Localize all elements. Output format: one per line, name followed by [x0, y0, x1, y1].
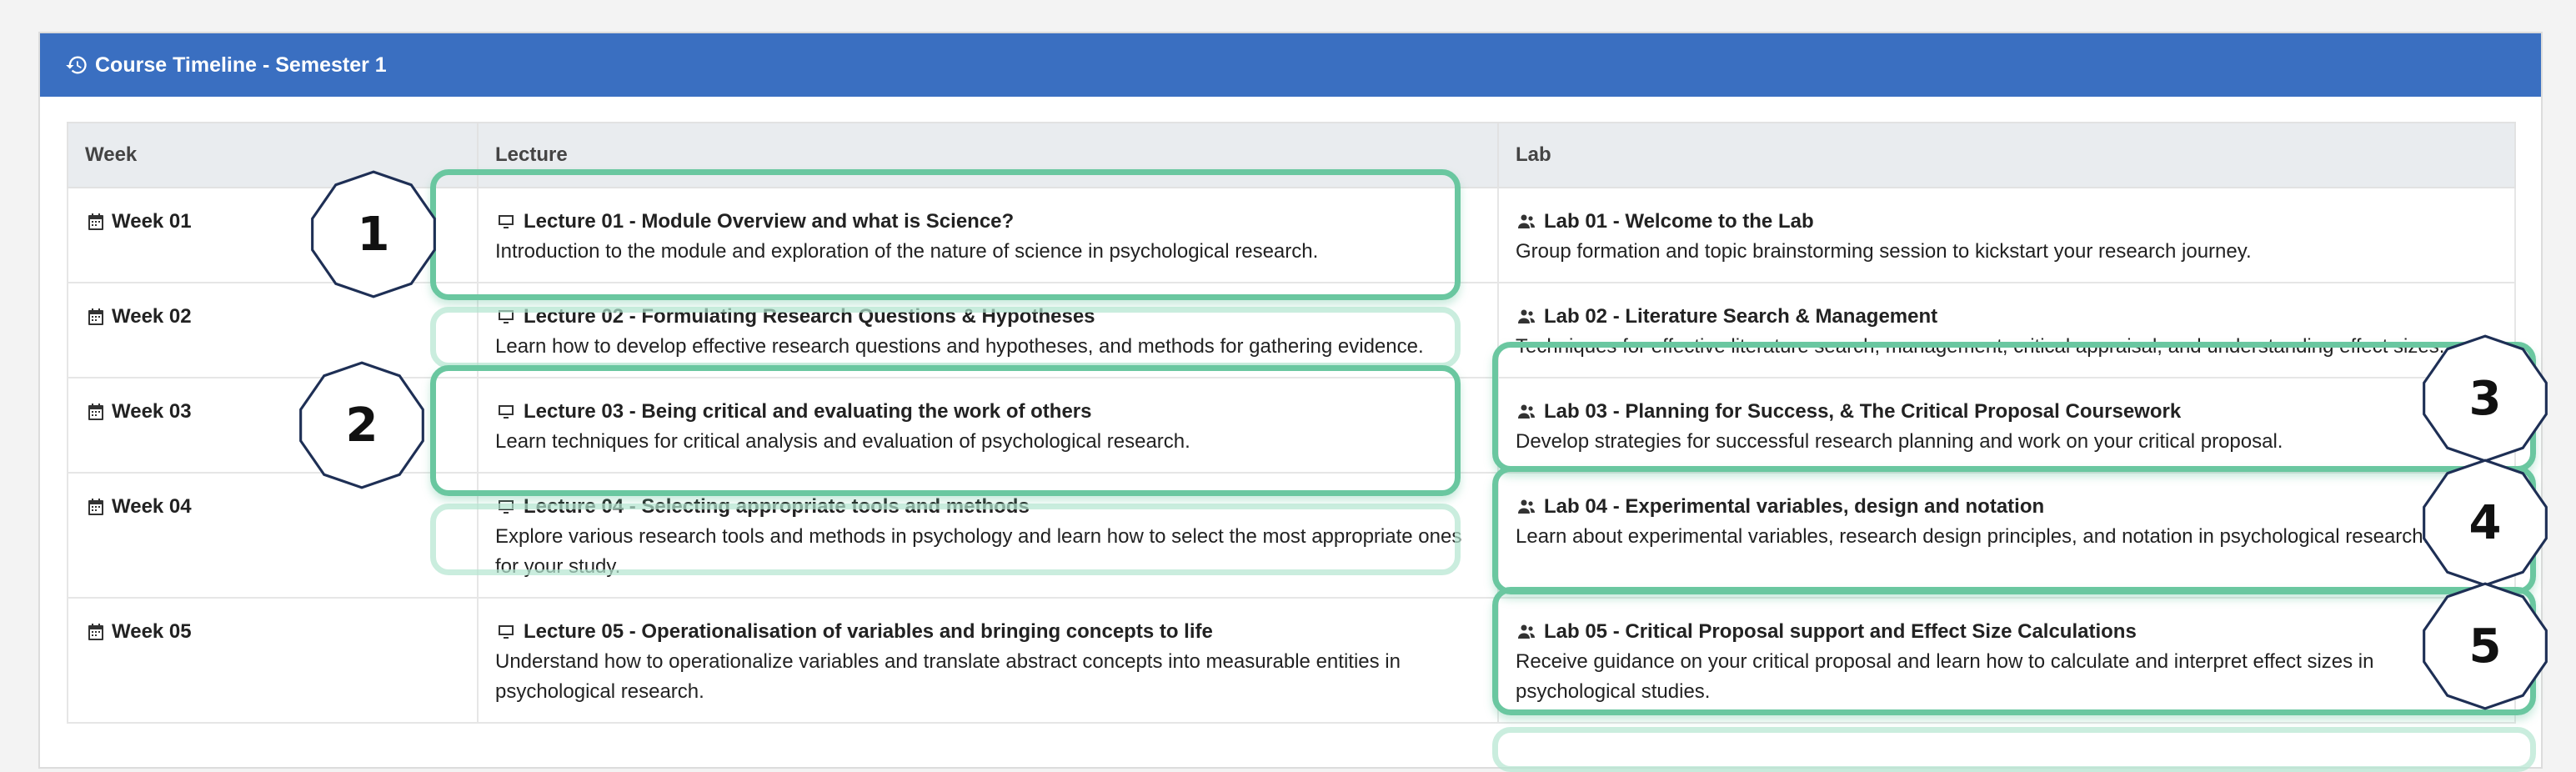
- week-cell: Week 03: [67, 377, 479, 474]
- lab-cell: Lab 05 - Critical Proposal support and E…: [1497, 597, 2516, 724]
- week-cell: Week 04: [67, 472, 479, 599]
- lecture-title: Lecture 02 - Formulating Research Questi…: [524, 305, 1095, 328]
- users-icon: [1516, 307, 1537, 327]
- lab-title: Lab 01 - Welcome to the Lab: [1544, 210, 1814, 233]
- table-row: Week 04 Lecture 04 - Selecting appropriat…: [67, 472, 2516, 599]
- week-label: Week 03: [112, 400, 192, 423]
- lab-cell: Lab 03 - Planning for Success, & The Cri…: [1497, 377, 2516, 474]
- lab-description: Develop strategies for successful resear…: [1516, 430, 2283, 453]
- column-header-week: Week: [67, 122, 479, 188]
- lab-cell: Lab 04 - Experimental variables, design …: [1497, 472, 2516, 599]
- lecture-title: Lecture 04 - Selecting appropriate tools…: [524, 495, 1030, 518]
- page-title: Course Timeline - Semester 1: [95, 53, 387, 77]
- lab-title: Lab 05 - Critical Proposal support and E…: [1544, 620, 2137, 643]
- lab-description: Receive guidance on your critical propos…: [1516, 650, 2374, 703]
- calendar-icon: [85, 212, 107, 232]
- lab-cell: Lab 01 - Welcome to the Lab Group formati…: [1497, 187, 2516, 283]
- lab-title: Lab 03 - Planning for Success, & The Cri…: [1544, 400, 2182, 423]
- lecture-description: Explore various research tools and metho…: [495, 525, 1462, 578]
- desktop-icon: [495, 212, 517, 232]
- week-label: Week 04: [112, 495, 192, 518]
- week-cell: Week 02: [67, 282, 479, 378]
- history-icon: [65, 53, 88, 77]
- lecture-description: Understand how to operationalize variabl…: [495, 650, 1401, 703]
- calendar-icon: [85, 402, 107, 422]
- table-row: Week 01 Lecture 01 - Module Overview and …: [67, 187, 2516, 283]
- week-cell: Week 01: [67, 187, 479, 283]
- week-label: Week 02: [112, 305, 192, 328]
- calendar-icon: [85, 622, 107, 642]
- lab-title: Lab 04 - Experimental variables, design …: [1544, 495, 2045, 518]
- timeline-table: Week Lecture Lab Week 01 Lecture 01 - Mod…: [67, 122, 2516, 724]
- table-row: Week 02 Lecture 02 - Formulating Research…: [67, 282, 2516, 378]
- table-row: Week 05 Lecture 05 - Operationalisation o…: [67, 597, 2516, 724]
- desktop-icon: [495, 307, 517, 327]
- lecture-cell: Lecture 03 - Being critical and evaluati…: [477, 377, 1499, 474]
- week-label: Week 05: [112, 620, 192, 643]
- calendar-icon: [85, 497, 107, 517]
- table-header-row: Week Lecture Lab: [67, 122, 2516, 188]
- lecture-cell: Lecture 05 - Operationalisation of varia…: [477, 597, 1499, 724]
- card-header: Course Timeline - Semester 1: [40, 33, 2541, 97]
- lecture-cell: Lecture 04 - Selecting appropriate tools…: [477, 472, 1499, 599]
- column-header-lab: Lab: [1497, 122, 2516, 188]
- lecture-title: Lecture 03 - Being critical and evaluati…: [524, 400, 1092, 423]
- lecture-description: Learn how to develop effective research …: [495, 335, 1424, 358]
- week-cell: Week 05: [67, 597, 479, 724]
- lecture-description: Learn techniques for critical analysis a…: [495, 430, 1190, 453]
- users-icon: [1516, 497, 1537, 517]
- lecture-title: Lecture 01 - Module Overview and what is…: [524, 210, 1015, 233]
- column-header-lecture: Lecture: [477, 122, 1499, 188]
- lecture-cell: Lecture 01 - Module Overview and what is…: [477, 187, 1499, 283]
- calendar-icon: [85, 307, 107, 327]
- desktop-icon: [495, 622, 517, 642]
- users-icon: [1516, 212, 1537, 232]
- desktop-icon: [495, 497, 517, 517]
- lab-description: Group formation and topic brainstorming …: [1516, 240, 2252, 263]
- desktop-icon: [495, 402, 517, 422]
- week-label: Week 01: [112, 210, 192, 233]
- lecture-title: Lecture 05 - Operationalisation of varia…: [524, 620, 1213, 643]
- course-timeline-card: Course Timeline - Semester 1 Week Lectur…: [38, 32, 2543, 769]
- users-icon: [1516, 402, 1537, 422]
- lab-title: Lab 02 - Literature Search & Management: [1544, 305, 1938, 328]
- lecture-cell: Lecture 02 - Formulating Research Questi…: [477, 282, 1499, 378]
- table-row: Week 03 Lecture 03 - Being critical and e…: [67, 377, 2516, 474]
- lab-description: Learn about experimental variables, rese…: [1516, 525, 2429, 548]
- lab-description: Techniques for effective literature sear…: [1516, 335, 2445, 358]
- users-icon: [1516, 622, 1537, 642]
- lecture-description: Introduction to the module and explorati…: [495, 240, 1319, 263]
- lab-cell: Lab 02 - Literature Search & Management T…: [1497, 282, 2516, 378]
